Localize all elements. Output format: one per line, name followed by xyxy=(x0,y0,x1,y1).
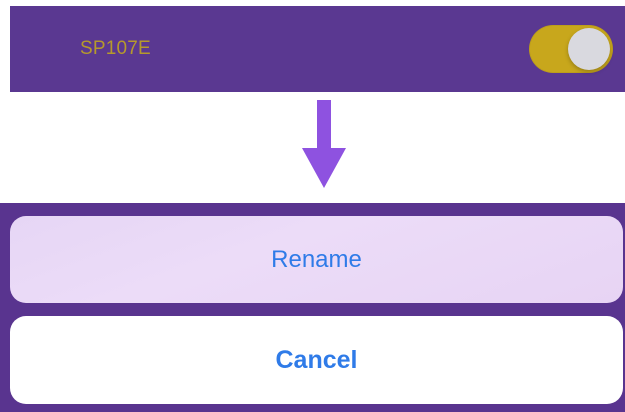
device-power-toggle[interactable] xyxy=(529,25,613,73)
device-row[interactable]: SP107E xyxy=(10,6,625,92)
cancel-button[interactable]: Cancel xyxy=(10,316,623,404)
device-name: SP107E xyxy=(80,38,151,59)
screenshot-stage: SP107E Rename Cancel xyxy=(0,0,625,412)
arrow-down-icon xyxy=(300,100,348,192)
rename-button[interactable]: Rename xyxy=(10,216,623,303)
toggle-knob xyxy=(568,28,610,70)
